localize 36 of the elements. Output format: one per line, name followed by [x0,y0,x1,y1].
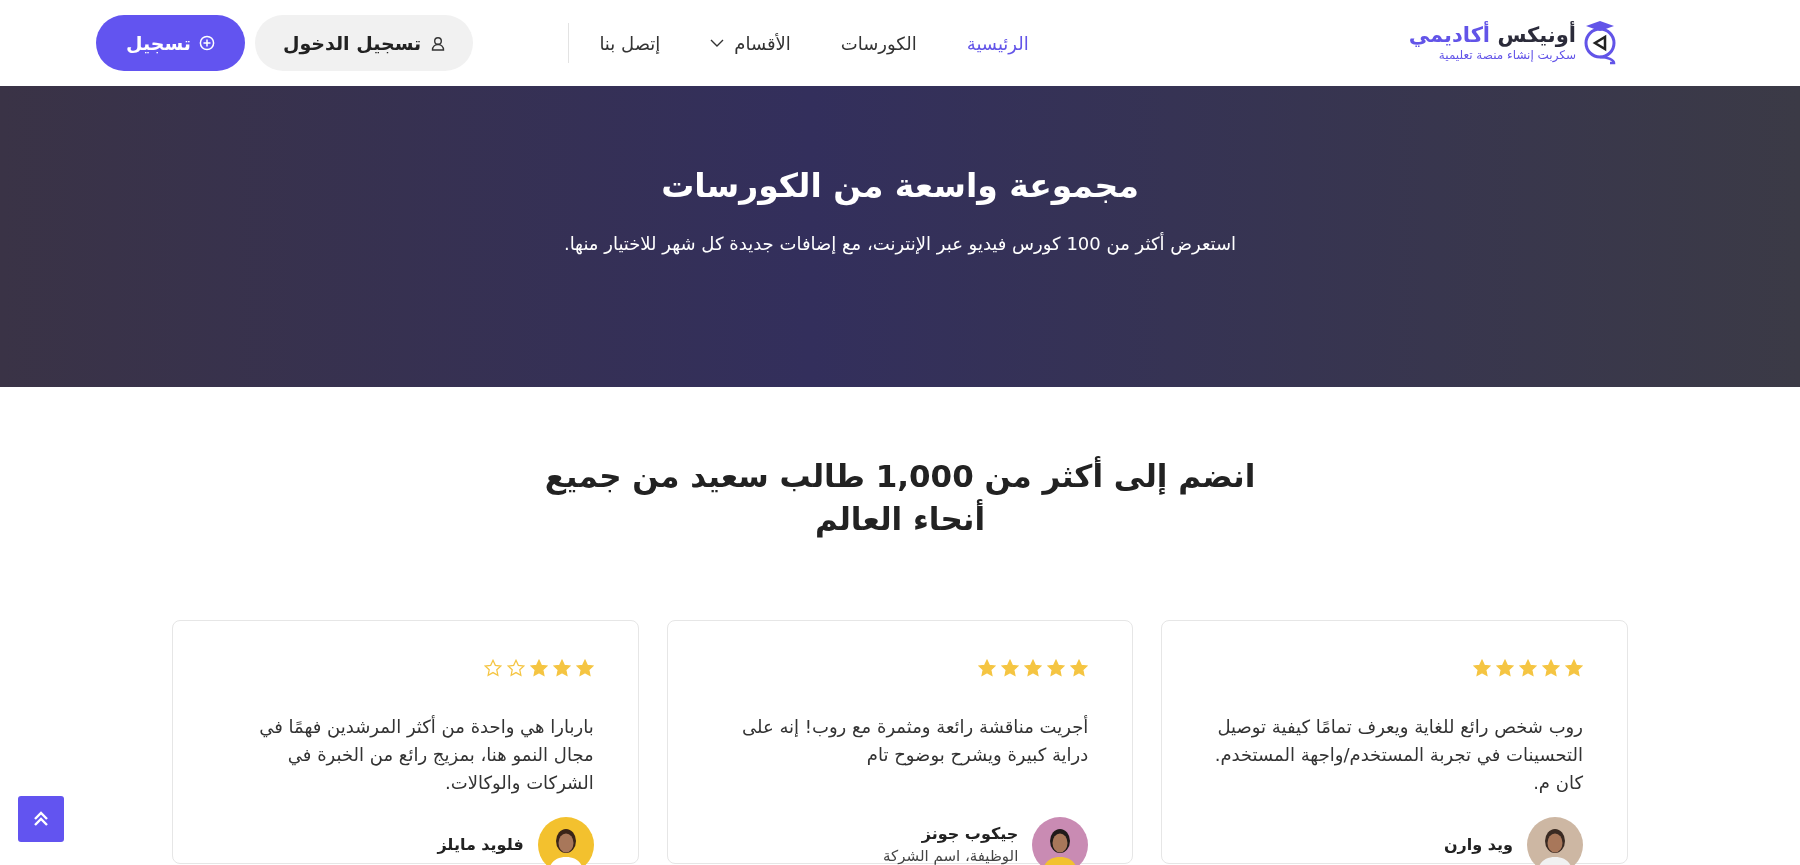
nav-link[interactable]: الرئيسية [966,32,1029,54]
user-icon [431,35,446,51]
testimonial-text: باربارا هي واحدة من أكثر المرشدين فهمًا في مجال النمو هنا، بمزيج رائع من الخبرة في الشركات والوكالات. [258,714,594,796]
star-icon [529,658,548,677]
star-icon [978,658,997,677]
nav-link[interactable]: إتصل بنا [599,32,661,54]
register-button[interactable]: تسجيل [96,15,245,71]
star-icon [1496,658,1514,677]
nav-link[interactable]: الكورسات [840,32,917,54]
star-icon [1070,658,1089,677]
star-outline-icon [506,658,525,677]
scroll-top-button[interactable] [18,796,64,842]
chevron-down-icon [710,38,725,48]
star-icon [1519,658,1537,677]
hero-title: مجموعة واسعة من الكورسات [661,166,1139,205]
section-heading: انضم إلى أكثر من 1,000 طالب سعيد من جميع أنحاء العالم [543,455,1257,540]
logo-tagline: سكربت إنشاء منصة تعليمية [1438,47,1576,62]
star-icon [1542,658,1560,677]
star-icon [1047,658,1066,677]
star-icon [1565,658,1583,677]
nav-link[interactable]: الأقسام [710,32,791,54]
author-name: ويد وارن [1443,835,1513,855]
testimonial-text: روب شخص رائع للغاية ويعرف تمامًا كيفية توصيل التحسينات في تجربة المستخدم/واجهة المستخدم. كان م. [1213,714,1583,795]
hero-subtitle: استعرض أكثر من 100 كورس فيديو عبر الإنترنت، مع إضافات جديدة كل شهر للاختيار منها. [563,233,1237,254]
star-outline-icon [483,658,502,677]
plus-circle-icon [198,35,215,51]
author-name: فلويد مايلز [437,835,524,855]
star-icon [1473,658,1491,677]
star-icon [575,658,594,677]
login-button[interactable]: تسجيل الدخول [254,15,474,71]
testimonial-text: أجريت مناقشة رائعة ومثمرة مع روب! إنه على دراية كبيرة ويشرح بوضوح تام [740,714,1089,768]
author-role: الوظيفة، اسم الشركة [883,847,1019,865]
star-icon [552,658,571,677]
star-icon [1001,658,1020,677]
author-name: جيكوب جونز [920,824,1019,844]
star-icon [1024,658,1043,677]
